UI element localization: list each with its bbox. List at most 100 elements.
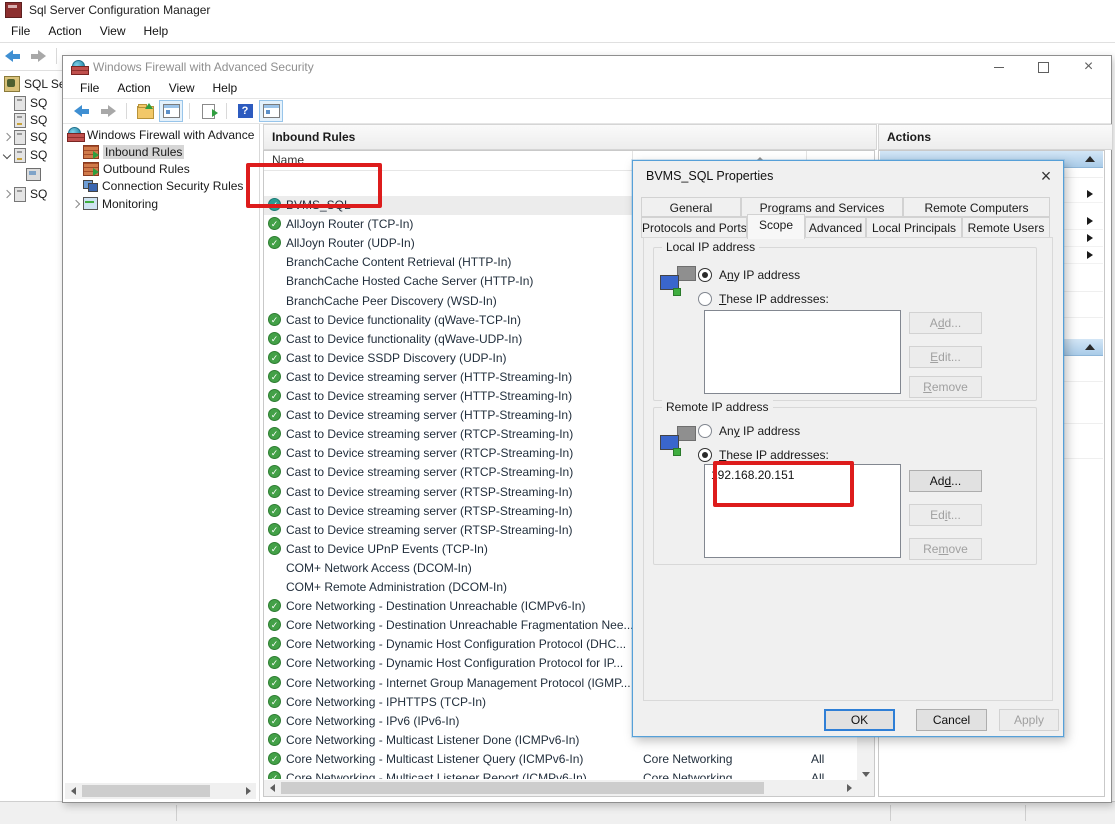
local-edit-button[interactable]: Edit... (909, 346, 982, 368)
sql-tree-item[interactable]: SQ (3, 129, 47, 145)
firewall-titlebar[interactable]: Windows Firewall with Advanced Security (63, 56, 1111, 78)
rule-name: Cast to Device streaming server (RTSP-St… (286, 485, 573, 499)
remote-these-ip-radio[interactable]: These IP addresses: (698, 448, 829, 462)
scroll-right-button[interactable] (841, 780, 857, 796)
firewall-window-title: Windows Firewall with Advanced Security (93, 60, 314, 74)
firewall-tree-item-monitoring[interactable]: Monitoring (72, 195, 158, 212)
check-green-icon (268, 618, 281, 631)
sql-tree-item[interactable]: SQ (14, 95, 47, 111)
menu-item-action[interactable]: Action (39, 21, 90, 41)
menu-item-action[interactable]: Action (108, 78, 159, 98)
dialog-titlebar[interactable]: BVMS_SQL Properties (633, 161, 1063, 191)
firewall-tree-item-windows-firewall-with-advance[interactable]: Windows Firewall with Advance (67, 126, 254, 143)
rules-horizontal-scrollbar[interactable] (264, 780, 857, 796)
export-list-button[interactable] (196, 100, 220, 122)
help-button[interactable] (233, 100, 257, 122)
scrollbar-thumb[interactable] (281, 782, 764, 794)
check-green-icon (268, 676, 281, 689)
connsec-icon (83, 180, 98, 192)
rule-row[interactable]: Core Networking - Multicast Listener Que… (264, 750, 857, 769)
tab-protocols-and-ports[interactable]: Protocols and Ports (641, 217, 747, 238)
server-a-icon (14, 130, 26, 145)
menu-item-help[interactable]: Help (135, 21, 178, 41)
menu-item-help[interactable]: Help (204, 78, 247, 98)
local-ip-listbox[interactable] (704, 310, 901, 394)
remote-edit-button[interactable]: Edit... (909, 504, 982, 526)
rule-name: BranchCache Peer Discovery (WSD-In) (286, 294, 497, 308)
tab-remote-users[interactable]: Remote Users (962, 217, 1050, 238)
console-window-icon (163, 104, 180, 118)
sql-forward-button[interactable] (27, 45, 51, 67)
firewall-toolbar (63, 99, 1111, 124)
firewall-tree-item-outbound-rules[interactable]: Outbound Rules (83, 160, 190, 177)
sql-tree-item[interactable]: SQ (3, 186, 47, 202)
menu-item-view[interactable]: View (160, 78, 204, 98)
local-these-ip-radio[interactable]: These IP addresses: (698, 292, 829, 306)
rule-row[interactable]: Core Networking - Multicast Listener Rep… (264, 769, 857, 779)
bvms-sql-properties-dialog: BVMS_SQL Properties GeneralPrograms and … (632, 160, 1064, 737)
remote-any-ip-radio[interactable]: Any IP address (698, 424, 800, 438)
chevron-icon[interactable] (3, 133, 11, 141)
show-action-pane-button[interactable] (259, 100, 283, 122)
forward-button[interactable] (96, 100, 120, 122)
annotation-rect-remote-ip (713, 461, 854, 507)
forward-arrow-icon (100, 105, 116, 117)
scrollbar-thumb[interactable] (82, 785, 210, 797)
firewall-tree-item-inbound-rules[interactable]: Inbound Rules (83, 143, 184, 160)
chevron-icon[interactable] (72, 199, 80, 207)
rule-name: Cast to Device streaming server (RTCP-St… (286, 446, 573, 460)
up-one-level-button[interactable] (133, 100, 157, 122)
menu-item-view[interactable]: View (91, 21, 135, 41)
rule-name: COM+ Network Access (DCOM-In) (286, 561, 472, 575)
rule-name: COM+ Remote Administration (DCOM-In) (286, 580, 507, 594)
local-remove-button[interactable]: Remove (909, 376, 982, 398)
sql-config-manager-tree: SQL SeSQSQSQSQSQ (0, 72, 62, 800)
firewall-tree-item-connection-security-rules[interactable]: Connection Security Rules (83, 177, 243, 194)
sql-tree-item[interactable]: SQL Se (4, 76, 62, 92)
scroll-left-button[interactable] (65, 783, 81, 799)
sql-tree-item[interactable]: SQ (3, 147, 47, 163)
sql-back-button[interactable] (1, 45, 25, 67)
tab-local-principals[interactable]: Local Principals (866, 217, 962, 238)
rules-out-icon (83, 162, 99, 176)
collapse-icon (1085, 156, 1095, 162)
maximize-button[interactable] (1021, 56, 1066, 78)
local-add-button[interactable]: Add... (909, 312, 982, 334)
remote-remove-button[interactable]: Remove (909, 538, 982, 560)
submenu-arrow-icon (1087, 217, 1093, 225)
actions-pane-title: Actions (887, 130, 931, 144)
ok-button[interactable]: OK (824, 709, 895, 731)
firewall-menubar: FileActionViewHelp (63, 78, 1111, 99)
scroll-right-button[interactable] (240, 783, 256, 799)
apply-button[interactable]: Apply (999, 709, 1059, 731)
collapse-icon (1085, 344, 1095, 350)
sql-tree-item[interactable] (26, 166, 45, 182)
tab-general[interactable]: General (641, 197, 741, 217)
radio-icon (698, 448, 712, 462)
minimize-button[interactable] (976, 56, 1021, 78)
rule-name: BranchCache Hosted Cache Server (HTTP-In… (286, 274, 533, 288)
tab-remote-computers[interactable]: Remote Computers (903, 197, 1050, 217)
scroll-left-button[interactable] (264, 780, 280, 796)
close-button[interactable] (1066, 56, 1111, 78)
cancel-button[interactable]: Cancel (916, 709, 987, 731)
sql-tree-item[interactable]: SQ (14, 112, 47, 128)
menu-item-file[interactable]: File (71, 78, 108, 98)
show-hide-console-tree-button[interactable] (159, 100, 183, 122)
chevron-icon[interactable] (3, 190, 11, 198)
back-button[interactable] (70, 100, 94, 122)
dialog-close-button[interactable] (1029, 164, 1063, 188)
submenu-arrow-icon (1087, 234, 1093, 242)
sql-toolbar-divider (0, 70, 62, 71)
tab-advanced[interactable]: Advanced (805, 217, 866, 238)
remote-add-button[interactable]: Add... (909, 470, 982, 492)
toolbar-separator (189, 103, 190, 119)
chevron-icon[interactable] (3, 151, 11, 159)
local-any-ip-radio[interactable]: Any IP address (698, 268, 800, 282)
menu-item-file[interactable]: File (2, 21, 39, 41)
tree-horizontal-scrollbar[interactable] (65, 783, 256, 799)
tree-item-label: Connection Security Rules (102, 179, 243, 193)
scroll-down-button[interactable] (862, 772, 870, 777)
rule-group: Core Networking (643, 771, 732, 779)
tab-scope[interactable]: Scope (747, 214, 805, 239)
